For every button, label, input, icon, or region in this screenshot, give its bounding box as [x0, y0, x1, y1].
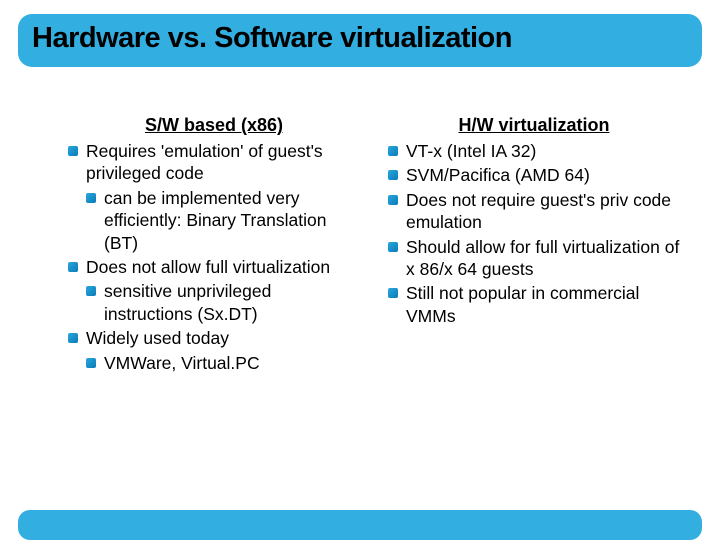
list-item: Does not require guest's priv code emula…	[388, 189, 680, 234]
list-item-text: Still not popular in commercial VMMs	[406, 283, 639, 325]
list-item: VMWare, Virtual.PC	[86, 352, 360, 374]
list-item: sensitive unprivileged instructions (Sx.…	[86, 280, 360, 325]
left-column: S/W based (x86) Requires 'emulation' of …	[68, 115, 360, 376]
list-item: SVM/Pacifica (AMD 64)	[388, 164, 680, 186]
list-item-text: sensitive unprivileged instructions (Sx.…	[104, 281, 271, 323]
content-area: S/W based (x86) Requires 'emulation' of …	[0, 67, 720, 376]
list-item-text: SVM/Pacifica (AMD 64)	[406, 165, 590, 185]
left-list: Requires 'emulation' of guest's privileg…	[68, 140, 360, 374]
list-item: Does not allow full virtualization sensi…	[68, 256, 360, 325]
list-item: Requires 'emulation' of guest's privileg…	[68, 140, 360, 254]
left-heading: S/W based (x86)	[68, 115, 360, 136]
list-item: VT-x (Intel IA 32)	[388, 140, 680, 162]
list-item-text: can be implemented very efficiently: Bin…	[104, 188, 326, 253]
list-item: can be implemented very efficiently: Bin…	[86, 187, 360, 254]
right-heading: H/W virtualization	[388, 115, 680, 136]
list-item: Widely used today VMWare, Virtual.PC	[68, 327, 360, 374]
bottom-bar	[18, 510, 702, 540]
list-item-text: Does not require guest's priv code emula…	[406, 190, 671, 232]
right-column: H/W virtualization VT-x (Intel IA 32) SV…	[388, 115, 680, 376]
page-title: Hardware vs. Software virtualization	[32, 22, 688, 55]
title-bar: Hardware vs. Software virtualization	[18, 14, 702, 67]
sub-list: VMWare, Virtual.PC	[86, 352, 360, 374]
list-item-text: Should allow for full virtualization of …	[406, 237, 679, 279]
list-item: Should allow for full virtualization of …	[388, 236, 680, 281]
sub-list: can be implemented very efficiently: Bin…	[86, 187, 360, 254]
list-item-text: Requires 'emulation' of guest's privileg…	[86, 141, 323, 183]
sub-list: sensitive unprivileged instructions (Sx.…	[86, 280, 360, 325]
list-item-text: VT-x (Intel IA 32)	[406, 141, 536, 161]
list-item-text: Widely used today	[86, 328, 229, 348]
list-item: Still not popular in commercial VMMs	[388, 282, 680, 327]
list-item-text: Does not allow full virtualization	[86, 257, 330, 277]
list-item-text: VMWare, Virtual.PC	[104, 353, 260, 373]
right-list: VT-x (Intel IA 32) SVM/Pacifica (AMD 64)…	[388, 140, 680, 327]
